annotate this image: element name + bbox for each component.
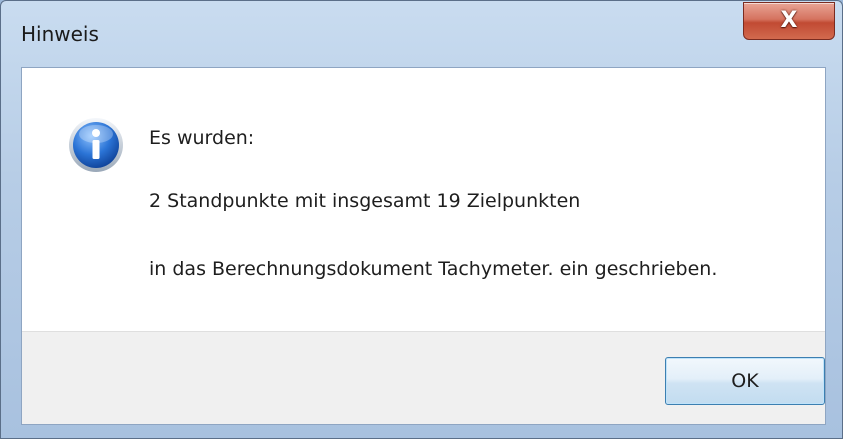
message-line-2: 2 Standpunkte mit insgesamt 19 Zielpunkt… <box>149 190 581 212</box>
dialog-title: Hinweis <box>21 22 99 46</box>
ok-button[interactable]: OK <box>665 357 825 405</box>
message-line-3: in das Berechnungsdokument Tachymeter. e… <box>149 258 718 280</box>
dialog-body: Es wurden: 2 Standpunkte mit insgesamt 1… <box>21 67 826 425</box>
button-bar: OK <box>22 331 825 424</box>
message-line-1: Es wurden: <box>149 127 255 149</box>
message-area: Es wurden: 2 Standpunkte mit insgesamt 1… <box>22 68 825 334</box>
message-dialog: Hinweis X Es wurden: 2 Standpunkte mit i… <box>0 0 843 439</box>
title-bar[interactable]: Hinweis X <box>1 1 842 67</box>
info-icon <box>69 118 123 172</box>
close-button[interactable]: X <box>743 2 835 40</box>
close-icon: X <box>780 8 798 33</box>
